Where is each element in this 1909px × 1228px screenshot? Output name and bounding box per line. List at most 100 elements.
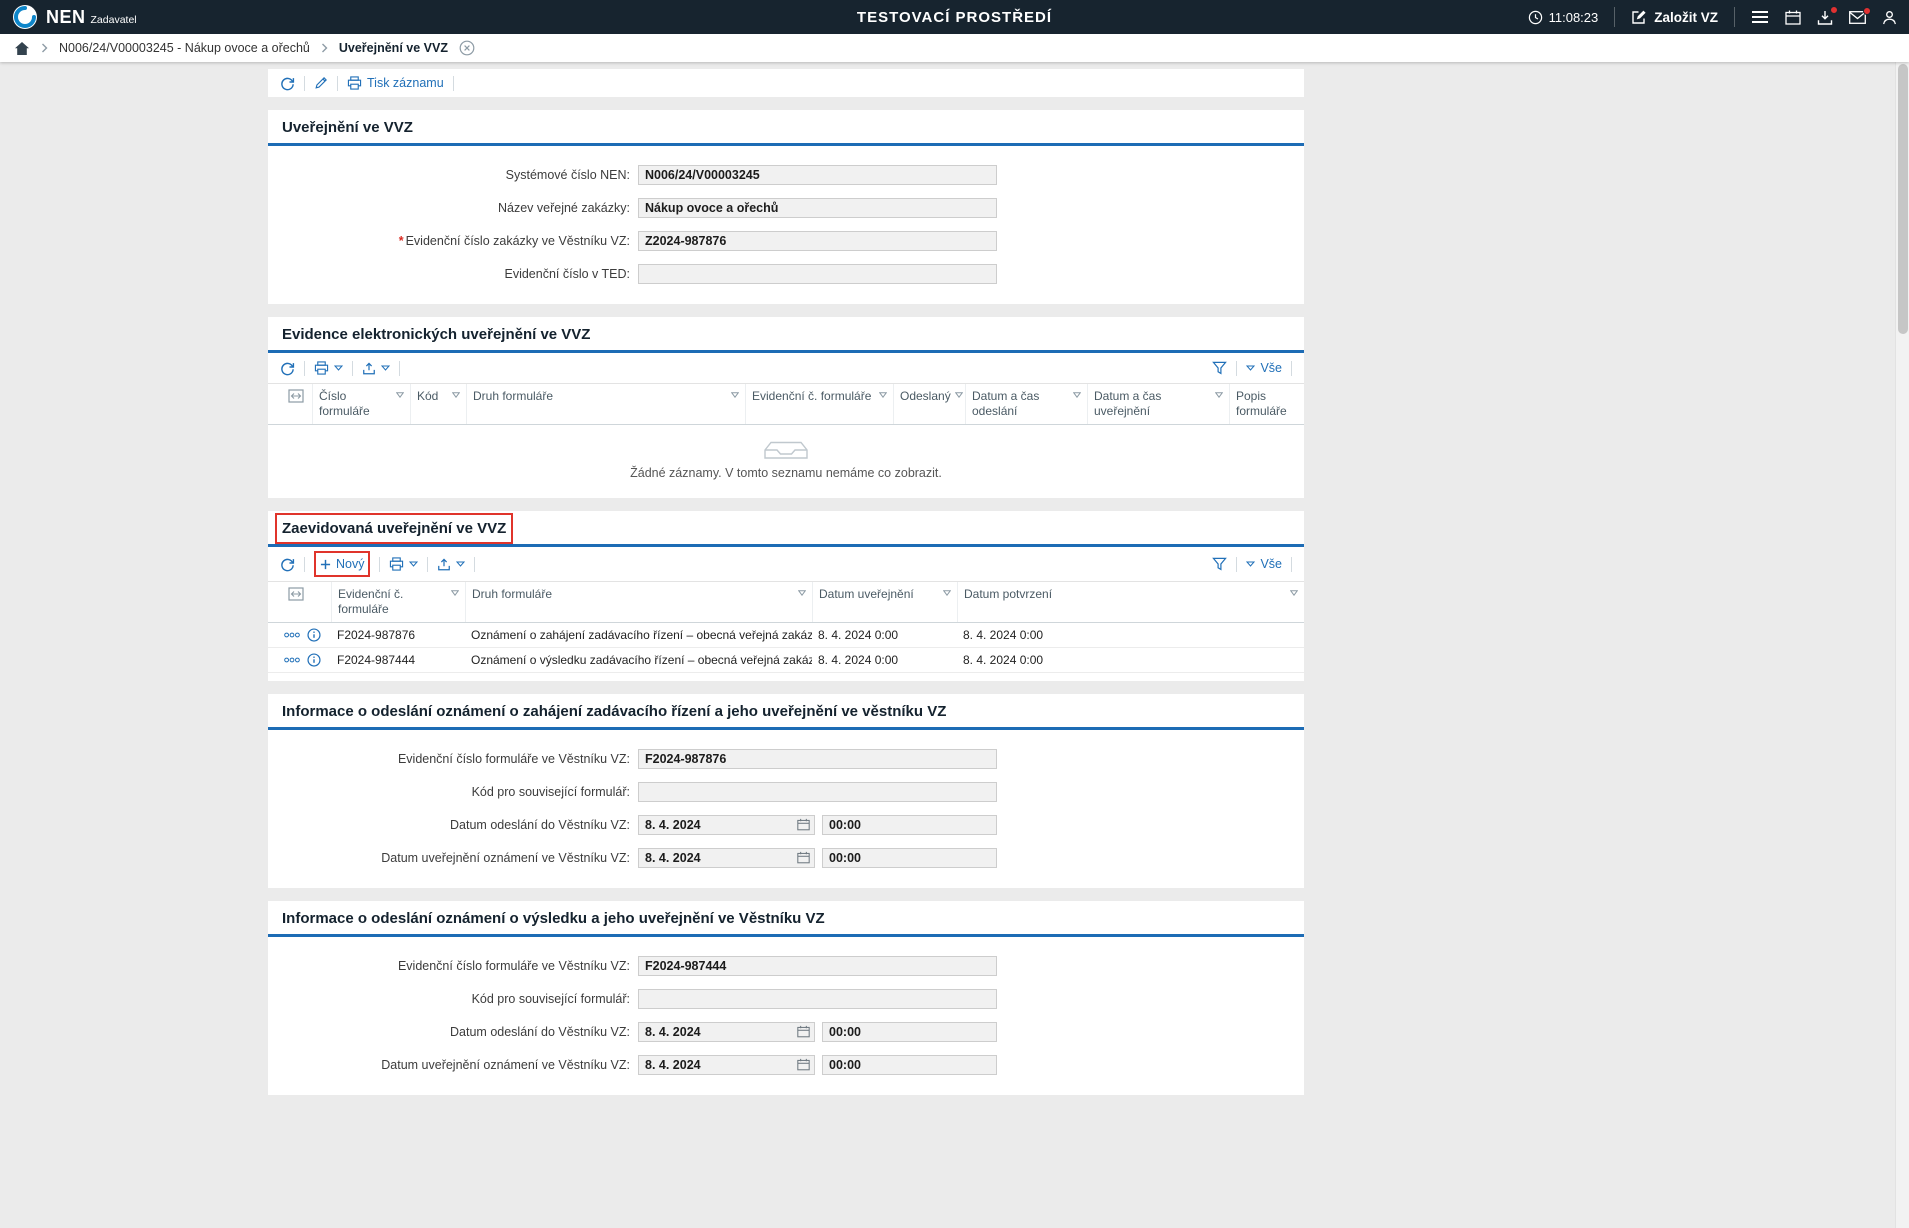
cell-confirmed-date: 8. 4. 2024 0:00: [957, 653, 1304, 667]
refresh-icon[interactable]: [280, 361, 295, 376]
vvz-number-input[interactable]: [638, 231, 997, 251]
sent-time-input[interactable]: [822, 815, 997, 835]
breadcrumb-item-current[interactable]: Uveřejnění ve VVZ: [339, 41, 448, 55]
breadcrumb-item-contract[interactable]: N006/24/V00003245 - Nákup ovoce a ořechů: [59, 41, 310, 55]
clock-time: 11:08:23: [1549, 10, 1599, 25]
export-icon: [362, 361, 376, 376]
print-button[interactable]: [314, 361, 343, 375]
table-settings-icon: [288, 587, 304, 601]
column-filter-icon[interactable]: [451, 590, 459, 596]
sent-date-input[interactable]: [638, 815, 815, 835]
home-icon[interactable]: [14, 41, 30, 56]
menu-icon[interactable]: [1751, 10, 1769, 24]
published-time-input[interactable]: [822, 1055, 997, 1075]
filter-icon[interactable]: [1212, 361, 1227, 375]
ted-number-input[interactable]: [638, 264, 997, 284]
column-header[interactable]: Datum a čas uveřejnění: [1087, 384, 1229, 424]
column-filter-icon[interactable]: [452, 392, 460, 398]
column-header[interactable]: Odeslaný: [893, 384, 965, 424]
brand-name: NEN: [46, 7, 86, 28]
column-header[interactable]: Kód: [410, 384, 466, 424]
column-header[interactable]: Evidenční č. formuláře: [745, 384, 893, 424]
sent-date-input[interactable]: [638, 1022, 815, 1042]
field-label-text: Evidenční číslo formuláře ve Věstníku VZ…: [398, 959, 630, 973]
info-icon[interactable]: [307, 628, 321, 642]
field-label-text: Systémové číslo NEN:: [506, 168, 630, 182]
export-icon: [437, 557, 451, 572]
published-date-input[interactable]: [638, 848, 815, 868]
form-field-row: Kód pro související formulář:: [268, 982, 1304, 1015]
filter-icon[interactable]: [1212, 557, 1227, 571]
table-row[interactable]: F2024-987444 Oznámení o výsledku zadávac…: [268, 648, 1304, 673]
print-button[interactable]: [389, 557, 418, 571]
downloads-icon[interactable]: [1817, 10, 1833, 25]
column-header[interactable]: Datum uveřejnění: [812, 582, 957, 622]
column-filter-icon[interactable]: [1073, 392, 1081, 398]
column-filter-icon[interactable]: [879, 392, 887, 398]
related-form-code-input[interactable]: [638, 989, 997, 1009]
column-header[interactable]: Druh formuláře: [466, 384, 745, 424]
column-filter-icon[interactable]: [943, 590, 951, 596]
calendar-icon[interactable]: [797, 1058, 810, 1071]
edit-record-icon[interactable]: [314, 76, 328, 90]
field-label: Kód pro související formulář:: [268, 785, 630, 799]
column-label: Datum a čas uveřejnění: [1094, 389, 1211, 419]
cell-published-date: 8. 4. 2024 0:00: [812, 653, 957, 667]
contract-name-input[interactable]: [638, 198, 997, 218]
chevron-down-icon: [409, 561, 418, 567]
sent-time-input[interactable]: [822, 1022, 997, 1042]
divider: [304, 557, 305, 572]
published-date-input[interactable]: [638, 1055, 815, 1075]
form-number-input[interactable]: [638, 749, 997, 769]
column-filter-icon[interactable]: [731, 392, 739, 398]
export-button[interactable]: [437, 557, 465, 572]
column-label: Druh formuláře: [472, 587, 552, 602]
info-icon[interactable]: [307, 653, 321, 667]
published-time-input[interactable]: [822, 848, 997, 868]
column-settings-cell[interactable]: [282, 582, 331, 622]
print-record-button[interactable]: Tisk záznamu: [347, 76, 444, 90]
column-filter-icon[interactable]: [955, 392, 963, 398]
column-filter-icon[interactable]: [1215, 392, 1223, 398]
new-button[interactable]: Nový: [320, 557, 364, 571]
cell-form-type: Oznámení o výsledku zadávacího řízení – …: [465, 653, 812, 667]
detail-section-card: Uveřejnění ve VVZ Systémové číslo NEN: N…: [268, 110, 1304, 304]
app-logo[interactable]: NEN Zadavatel: [12, 4, 137, 30]
export-button[interactable]: [362, 361, 390, 376]
calendar-icon[interactable]: [797, 1025, 810, 1038]
row-menu-icon[interactable]: [284, 657, 300, 663]
info-start-section-card: Informace o odeslání oznámení o zahájení…: [268, 694, 1304, 888]
system-number-input[interactable]: [638, 165, 997, 185]
column-header[interactable]: Popis formuláře: [1229, 384, 1304, 424]
row-menu-icon[interactable]: [284, 632, 300, 638]
column-header[interactable]: Druh formuláře: [465, 582, 812, 622]
user-icon[interactable]: [1882, 10, 1897, 25]
messages-icon[interactable]: [1849, 11, 1866, 24]
brand-subtitle: Zadavatel: [91, 14, 137, 26]
column-header[interactable]: Datum a čas odeslání: [965, 384, 1087, 424]
column-settings-cell[interactable]: [282, 384, 312, 424]
close-tab-icon[interactable]: [459, 40, 475, 56]
scrollbar-thumb[interactable]: [1898, 64, 1908, 334]
refresh-icon[interactable]: [280, 557, 295, 572]
form-number-input[interactable]: [638, 956, 997, 976]
calendar-icon[interactable]: [1785, 10, 1801, 25]
printer-icon: [389, 557, 404, 571]
table-row[interactable]: F2024-987876 Oznámení o zahájení zadávac…: [268, 623, 1304, 648]
column-header[interactable]: Číslo formuláře: [312, 384, 410, 424]
refresh-icon[interactable]: [280, 76, 295, 91]
view-all-dropdown[interactable]: Vše: [1246, 361, 1282, 375]
column-header[interactable]: Datum potvrzení: [957, 582, 1304, 622]
related-form-code-input[interactable]: [638, 782, 997, 802]
column-filter-icon[interactable]: [798, 590, 806, 596]
column-header[interactable]: Evidenční č. formuláře: [331, 582, 465, 622]
view-all-dropdown[interactable]: Vše: [1246, 557, 1282, 571]
vertical-scrollbar[interactable]: [1895, 62, 1909, 1228]
create-vz-button[interactable]: Založit VZ: [1631, 9, 1718, 25]
calendar-icon[interactable]: [797, 851, 810, 864]
notification-badge: [1830, 6, 1838, 14]
column-filter-icon[interactable]: [1290, 590, 1298, 596]
calendar-icon[interactable]: [797, 818, 810, 831]
column-filter-icon[interactable]: [396, 392, 404, 398]
table-toolbar: Vše: [268, 353, 1304, 383]
